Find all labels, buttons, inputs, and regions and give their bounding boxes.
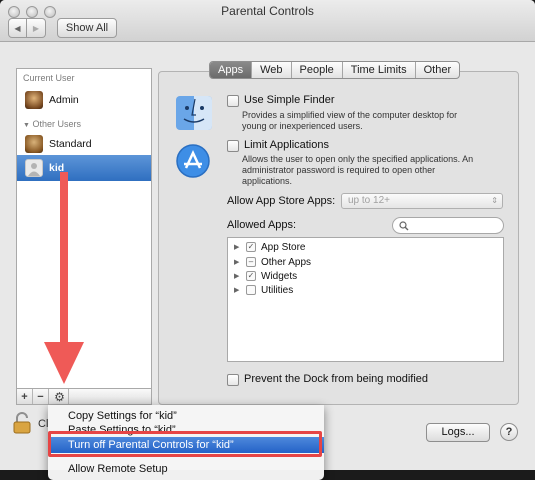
help-button[interactable]: ?: [500, 423, 518, 441]
limit-applications-checkbox[interactable]: [227, 140, 239, 152]
list-item-label: App Store: [261, 241, 306, 253]
window-title: Parental Controls: [221, 4, 314, 18]
plus-icon: +: [21, 390, 28, 403]
back-button[interactable]: ◀: [8, 18, 27, 38]
disclosure-triangle-icon[interactable]: ▶: [234, 243, 240, 251]
gear-menu-button[interactable]: ⚙: [51, 389, 69, 404]
annotation-arrow: [44, 172, 84, 384]
app-store-icon: [176, 144, 210, 178]
lock-caption: Cl: [38, 418, 49, 430]
allowed-apps-list[interactable]: ▶ ✓ App Store ▶ – Other Apps ▶ ✓ Widgets…: [227, 237, 504, 362]
limit-applications-label: Limit Applications: [244, 139, 329, 151]
back-arrow-icon: ◀: [14, 23, 21, 33]
show-all-button[interactable]: Show All: [57, 18, 117, 38]
user-list-toolbar: + − ⚙: [16, 389, 152, 405]
app-checkbox[interactable]: –: [246, 257, 256, 267]
tab-people[interactable]: People: [292, 62, 343, 78]
allowed-apps-label: Allowed Apps:: [227, 219, 297, 231]
list-item-label: Other Apps: [261, 256, 312, 268]
tab-bar: Apps Web People Time Limits Other: [209, 61, 461, 79]
list-item-label: Utilities: [261, 284, 294, 296]
admin-avatar: [25, 91, 43, 109]
app-checkbox[interactable]: [246, 285, 256, 295]
allowed-apps-search-field[interactable]: [392, 217, 504, 234]
list-item[interactable]: ▶ – Other Apps: [228, 255, 311, 269]
user-label: Admin: [49, 94, 79, 106]
forward-arrow-icon: ▶: [32, 23, 40, 33]
simple-finder-checkbox[interactable]: [227, 95, 239, 107]
standard-avatar: [25, 135, 43, 153]
user-label: Standard: [49, 138, 92, 150]
lock-icon[interactable]: [13, 412, 31, 434]
tab-web[interactable]: Web: [252, 62, 292, 78]
app-store-rating-select[interactable]: up to 12+ ⇕: [341, 193, 503, 209]
user-item-standard[interactable]: Standard: [17, 131, 151, 157]
disclosure-triangle-icon[interactable]: ▶: [234, 272, 240, 280]
list-item-label: Widgets: [261, 270, 298, 282]
list-item[interactable]: ▶ ✓ Widgets: [228, 269, 297, 283]
gear-icon: ⚙: [54, 389, 65, 404]
logs-button[interactable]: Logs...: [426, 423, 490, 442]
app-store-apps-label: Allow App Store Apps:: [227, 195, 336, 207]
limit-applications-description: Allows the user to open only the specifi…: [242, 154, 474, 186]
tab-time-limits[interactable]: Time Limits: [343, 62, 416, 78]
disclosure-triangle-icon[interactable]: ▶: [234, 258, 240, 266]
disclosure-triangle-icon[interactable]: ▼: [23, 122, 30, 129]
list-item[interactable]: ▶ Utilities: [228, 283, 293, 297]
add-user-button[interactable]: +: [17, 389, 33, 404]
disclosure-triangle-icon[interactable]: ▶: [234, 286, 240, 294]
prevent-dock-checkbox[interactable]: [227, 374, 239, 386]
finder-icon: [176, 96, 212, 130]
app-store-rating-value: up to 12+: [348, 195, 390, 206]
search-icon: [399, 221, 409, 231]
tab-apps[interactable]: Apps: [210, 62, 253, 78]
select-arrows-icon: ⇕: [491, 196, 498, 205]
list-item[interactable]: ▶ ✓ App Store: [228, 240, 305, 254]
prevent-dock-label: Prevent the Dock from being modified: [244, 373, 429, 385]
current-user-header: Current User: [23, 73, 75, 83]
remove-user-button[interactable]: −: [33, 389, 49, 404]
tab-other[interactable]: Other: [416, 62, 460, 78]
title-bar: Parental Controls ◀ ▶ Show All: [0, 0, 535, 42]
app-checkbox[interactable]: ✓: [246, 271, 256, 281]
app-checkbox[interactable]: ✓: [246, 242, 256, 252]
forward-button[interactable]: ▶: [27, 18, 46, 38]
user-item-admin[interactable]: Admin: [17, 87, 151, 113]
minus-icon: −: [37, 390, 44, 403]
simple-finder-label: Use Simple Finder: [244, 94, 335, 106]
simple-finder-description: Provides a simplified view of the comput…: [242, 110, 458, 131]
annotation-highlight-box: [48, 431, 322, 457]
allow-remote-setup-menu-item[interactable]: Allow Remote Setup: [48, 461, 324, 477]
other-users-header: ▼ Other Users: [23, 119, 81, 129]
